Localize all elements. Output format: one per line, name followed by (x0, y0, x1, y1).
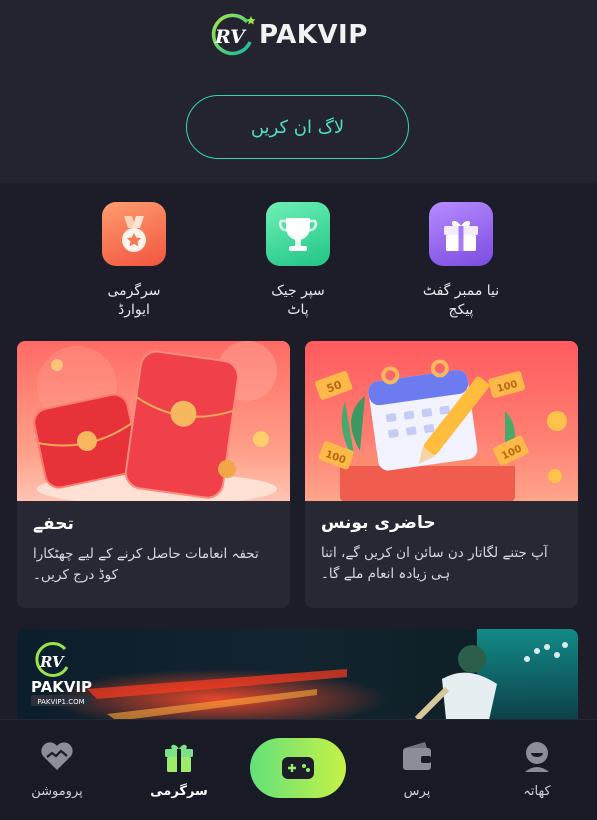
quick-link-super-jackpot[interactable]: سپر جیک پاٹ (233, 202, 363, 320)
login-button[interactable]: لاگ ان کریں (186, 95, 409, 159)
card-title: تحفے (33, 514, 74, 534)
nav-account[interactable]: کھاتہ (482, 720, 592, 820)
card-description: آپ جتنے لگاتار دن سائن ان کریں گے، اتنا … (321, 545, 548, 582)
games-button[interactable] (250, 738, 346, 798)
calendar-coins-image: 50 100 100 100 (305, 341, 578, 501)
gamepad-icon (282, 757, 314, 779)
trophy-icon (266, 202, 330, 266)
gift-icon (429, 202, 493, 266)
banner-brand-name: PAKVIP (31, 678, 92, 696)
brand-logo[interactable]: RV PAKVIP (207, 9, 392, 61)
rv-logo-icon: RV (207, 10, 257, 60)
quick-link-new-member-gift[interactable]: نیا ممبر گفٹ پیکج (396, 202, 526, 320)
nav-label: پرس (403, 784, 431, 799)
banner-logo: RV PAKVIP PAKVIP1.COM (31, 641, 92, 706)
red-envelope-image (17, 341, 290, 501)
nav-label: پروموشن (31, 784, 83, 799)
heart-handshake-icon (37, 736, 77, 776)
medal-icon (102, 202, 166, 266)
quick-link-activity-award[interactable]: سرگرمی ایوارڈ (69, 202, 199, 320)
svg-text:RV: RV (39, 653, 65, 671)
nav-label: کھاتہ (523, 784, 551, 799)
quick-link-label: نیا ممبر گفٹ پیکج (422, 283, 500, 318)
attendance-bonus-card[interactable]: 50 100 100 100 حاضری بونس آپ جتنے لگاتار… (305, 341, 578, 608)
quick-link-label: سرگرمی ایوارڈ (107, 283, 161, 318)
wallet-icon (397, 736, 437, 776)
gift-icon (159, 736, 199, 776)
nav-wallet[interactable]: پرس (362, 720, 472, 820)
nav-promotion[interactable]: پروموشن (2, 720, 112, 820)
card-description: تحفہ انعامات حاصل کرنے کے لیے چھٹکارا کو… (33, 546, 259, 583)
svg-text:RV: RV (214, 26, 247, 48)
brand-name: PAKVIP (259, 20, 368, 50)
bottom-nav: پروموشن سرگرمی پرس کھاتہ (0, 719, 597, 820)
gifts-card[interactable]: تحفے تحفہ انعامات حاصل کرنے کے لیے چھٹکا… (17, 341, 290, 608)
user-icon (517, 736, 557, 776)
quick-link-label: سپر جیک پاٹ (271, 283, 325, 318)
card-title: حاضری بونس (321, 513, 436, 533)
nav-label: سرگرمی (150, 784, 208, 799)
banner-url: PAKVIP1.COM (37, 698, 84, 706)
nav-activity[interactable]: سرگرمی (124, 720, 234, 820)
header: RV PAKVIP لاگ ان کریں (0, 0, 597, 183)
